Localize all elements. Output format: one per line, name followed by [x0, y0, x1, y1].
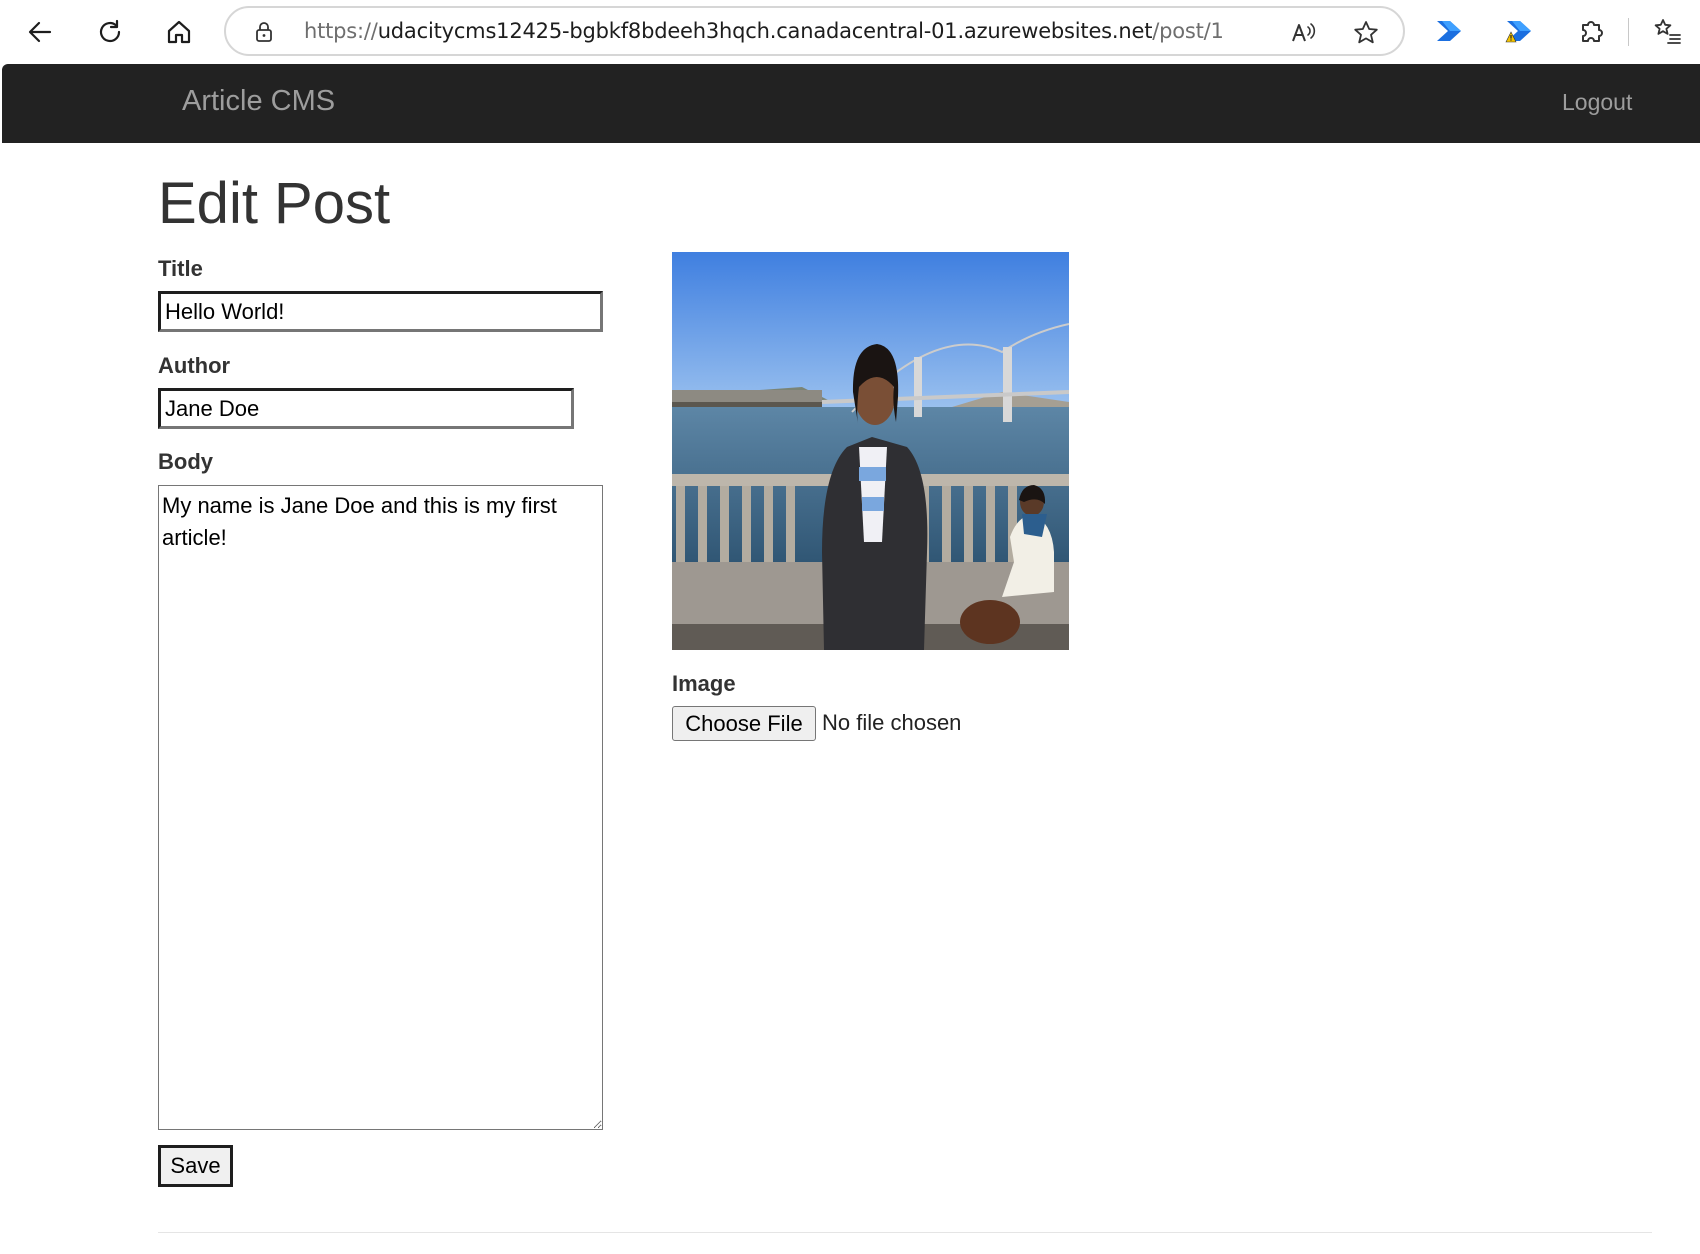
title-label: Title: [158, 256, 203, 281]
extensions-puzzle-icon[interactable]: [1576, 16, 1606, 46]
post-photo: [672, 252, 1069, 650]
footer-divider: [158, 1232, 1652, 1233]
home-button[interactable]: [157, 10, 201, 54]
save-button[interactable]: Save: [158, 1145, 233, 1187]
url-path: /post/1: [1152, 19, 1224, 43]
url-host: udacitycms12425-bgbkf8bdeeh3hqch.canadac…: [377, 19, 1153, 43]
body-label: Body: [158, 449, 213, 474]
refresh-icon: [99, 19, 121, 43]
toolbar-divider: [1628, 18, 1629, 46]
brand-link[interactable]: Article CMS: [182, 85, 335, 118]
site-navbar: Article CMS Logout: [2, 64, 1700, 143]
back-button[interactable]: [18, 10, 62, 54]
title-input[interactable]: [158, 291, 603, 332]
read-aloud-icon[interactable]: [1289, 19, 1317, 47]
favorite-star-icon[interactable]: [1352, 19, 1380, 47]
file-status-text: No file chosen: [822, 710, 962, 735]
author-input[interactable]: [158, 388, 574, 429]
url-scheme: https://: [304, 19, 378, 43]
browser-toolbar: https://udacitycms12425-bgbkf8bdeeh3hqch…: [0, 0, 1700, 64]
post-image: [672, 252, 1069, 650]
power-automate-extension-icon[interactable]: [1434, 16, 1464, 46]
back-arrow-icon: [28, 21, 52, 43]
body-textarea[interactable]: My name is Jane Doe and this is my first…: [158, 485, 603, 1130]
lock-icon[interactable]: [252, 20, 276, 44]
choose-file-button[interactable]: Choose File: [672, 706, 816, 741]
favorites-list-icon[interactable]: [1652, 16, 1682, 46]
power-automate-warning-extension-icon[interactable]: [1504, 16, 1534, 46]
home-icon: [167, 20, 191, 44]
address-bar[interactable]: https://udacitycms12425-bgbkf8bdeeh3hqch…: [224, 6, 1405, 56]
url-text[interactable]: https://udacitycms12425-bgbkf8bdeeh3hqch…: [304, 19, 1224, 43]
author-label: Author: [158, 353, 231, 378]
logout-link[interactable]: Logout: [1562, 89, 1632, 116]
page-title: Edit Post: [158, 171, 391, 236]
refresh-button[interactable]: [88, 10, 132, 54]
image-label: Image: [672, 671, 736, 696]
